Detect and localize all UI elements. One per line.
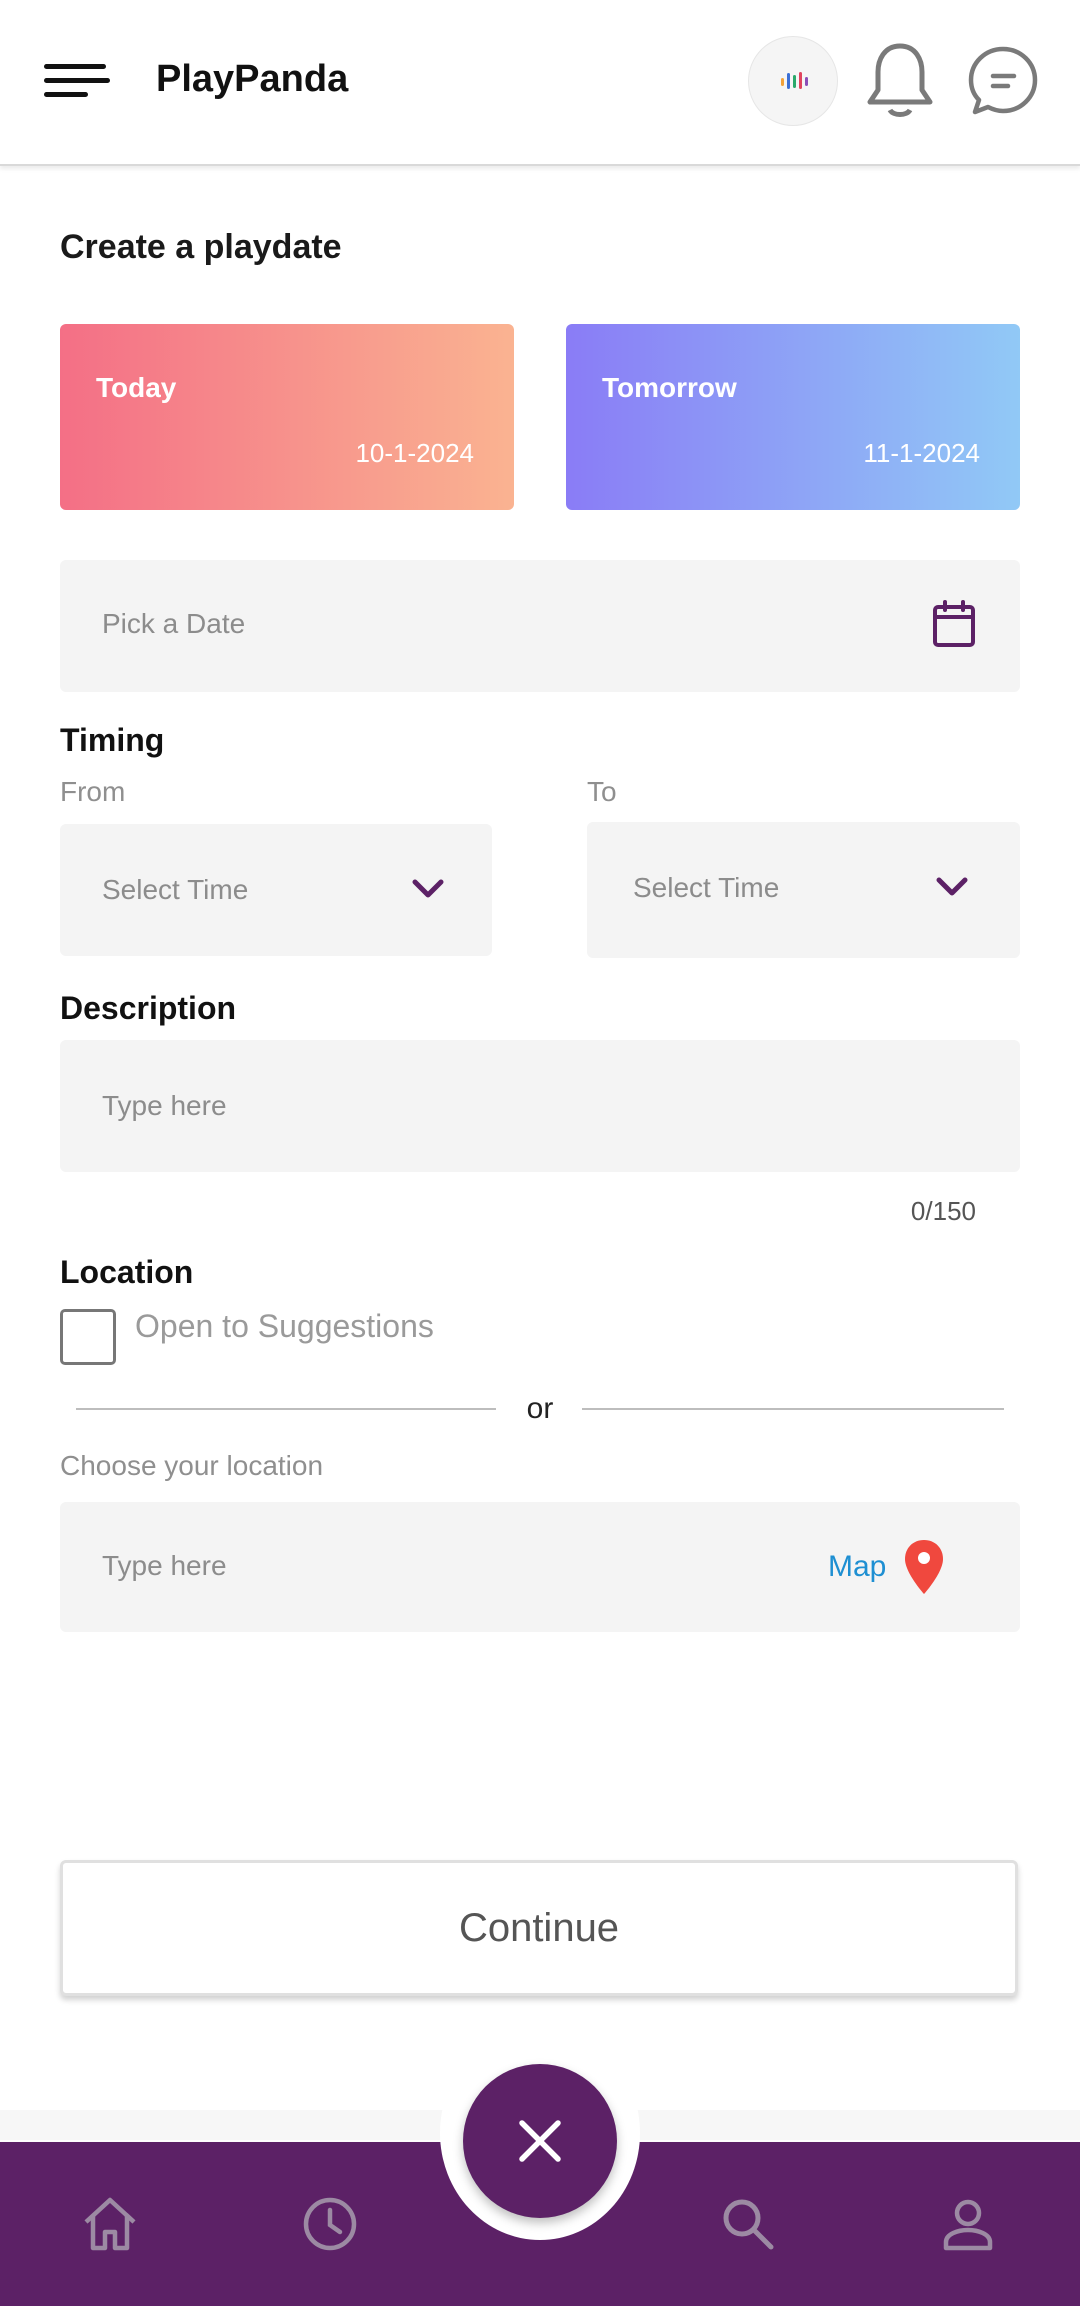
- chat-icon[interactable]: [966, 44, 1040, 118]
- today-card-date: 10-1-2024: [355, 438, 474, 468]
- description-placeholder: Type here: [102, 1090, 227, 1121]
- date-picker-field[interactable]: Pick a Date: [60, 560, 1020, 692]
- close-icon: [519, 2120, 561, 2162]
- search-icon[interactable]: [718, 2194, 778, 2254]
- location-placeholder: Type here: [102, 1550, 227, 1581]
- location-label: Location: [60, 1254, 194, 1290]
- tomorrow-card-label: Tomorrow: [602, 372, 737, 403]
- chevron-down-icon: [934, 874, 970, 900]
- bell-icon[interactable]: [862, 38, 938, 122]
- timing-label: Timing: [60, 722, 165, 758]
- suggestions-label[interactable]: Open to Suggestions: [135, 1308, 434, 1345]
- or-separator: or: [526, 1392, 554, 1425]
- description-input[interactable]: Type here: [60, 1040, 1020, 1172]
- choose-location-label: Choose your location: [60, 1450, 324, 1481]
- today-card[interactable]: Today 10-1-2024: [60, 324, 514, 510]
- profile-icon[interactable]: [938, 2194, 998, 2254]
- divider-right: [582, 1408, 1004, 1410]
- from-label: From: [60, 776, 126, 807]
- tomorrow-card[interactable]: Tomorrow 11-1-2024: [566, 324, 1020, 510]
- to-time-select[interactable]: Select Time: [587, 822, 1020, 958]
- tomorrow-card-date: 11-1-2024: [863, 438, 980, 468]
- location-input[interactable]: Type here Map: [60, 1502, 1020, 1632]
- description-label: Description: [60, 990, 237, 1026]
- to-label: To: [587, 776, 617, 807]
- map-pin-icon[interactable]: [902, 1538, 946, 1596]
- map-link[interactable]: Map: [828, 1550, 886, 1584]
- chevron-down-icon: [410, 876, 446, 902]
- app-title: PlayPanda: [156, 58, 349, 100]
- app-header: PlayPanda: [0, 0, 1080, 166]
- to-time-placeholder: Select Time: [633, 872, 780, 903]
- page-title: Create a playdate: [60, 228, 342, 266]
- character-counter: 0/150: [910, 1196, 976, 1226]
- divider-left: [76, 1408, 496, 1410]
- calendar-icon[interactable]: [932, 600, 976, 648]
- menu-icon[interactable]: [40, 60, 112, 102]
- home-icon[interactable]: [80, 2194, 140, 2254]
- history-icon[interactable]: [300, 2194, 360, 2254]
- close-button[interactable]: [463, 2064, 617, 2218]
- suggestions-checkbox[interactable]: [60, 1309, 116, 1365]
- today-card-label: Today: [96, 372, 177, 403]
- logo-icon[interactable]: [748, 36, 838, 126]
- from-time-select[interactable]: Select Time: [60, 824, 492, 956]
- from-time-placeholder: Select Time: [102, 874, 249, 905]
- continue-button[interactable]: Continue: [60, 1860, 1018, 1996]
- date-picker-placeholder: Pick a Date: [102, 608, 246, 639]
